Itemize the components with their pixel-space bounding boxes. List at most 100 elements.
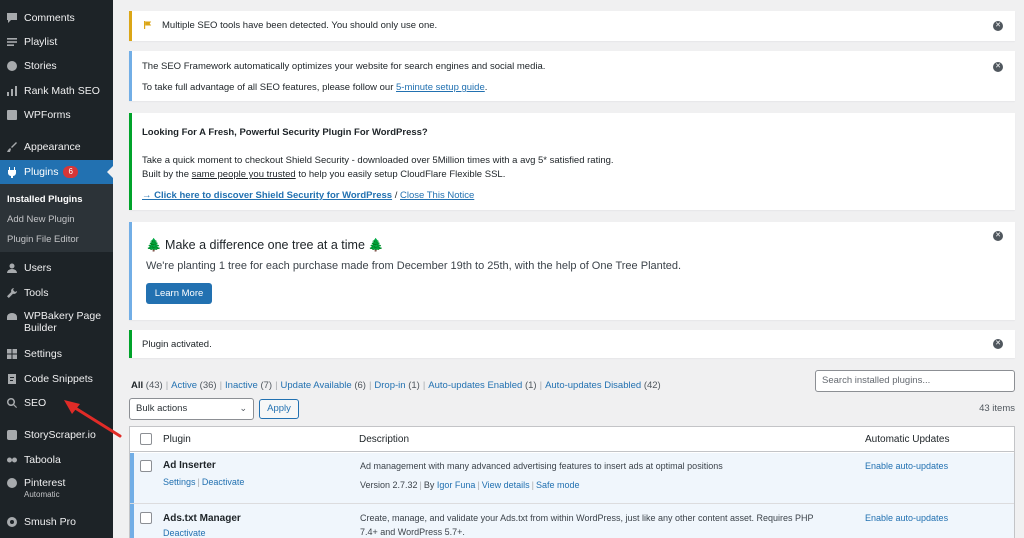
sidebar-item-label: Settings [24, 348, 62, 360]
comments-icon [6, 12, 18, 24]
author-link[interactable]: Igor Funa [437, 480, 476, 490]
storyscraper-icon [6, 429, 18, 441]
annotation-arrow [64, 400, 122, 438]
row-actions: Settings | Deactivate [163, 477, 245, 487]
filter-all[interactable]: All (43) [131, 380, 163, 391]
sidebar-item-tools[interactable]: Tools [0, 281, 113, 305]
table-row: Ad Inserter Settings | Deactivate Ad manag… [130, 453, 1014, 503]
sidebar-item-label: Code Snippets [24, 373, 93, 385]
sidebar-item-stories[interactable]: Stories [0, 54, 113, 78]
plugin-icon [6, 166, 18, 178]
sidebar-item-label: Smush Pro [24, 516, 76, 528]
plugin-name: Ad Inserter [163, 460, 216, 471]
sidebar-item-wpforms[interactable]: WPForms [0, 103, 113, 127]
dismiss-icon[interactable]: ✕ [993, 231, 1003, 241]
bulk-actions-select[interactable]: Bulk actions ⌄ [129, 398, 254, 420]
notice-shield-security: Looking For A Fresh, Powerful Security P… [129, 113, 1015, 210]
column-plugin[interactable]: Plugin [163, 434, 191, 445]
deactivate-link[interactable]: Deactivate [202, 477, 245, 487]
safe-mode-link[interactable]: Safe mode [536, 480, 580, 490]
discover-shield-link[interactable]: → Click here to discover Shield Security… [142, 190, 392, 201]
notice-title: Looking For A Fresh, Powerful Security P… [142, 127, 428, 138]
sidebar-item-label: Appearance [24, 141, 81, 153]
column-automatic-updates: Automatic Updates [865, 434, 950, 445]
plugin-description: Create, manage, and validate your Ads.tx… [360, 513, 814, 537]
sidebar-item-label: Pinterest Automatic [24, 477, 66, 499]
notice-text: Plugin activated. [142, 339, 212, 350]
row-checkbox[interactable] [140, 460, 152, 472]
settings-link[interactable]: Settings [163, 477, 196, 487]
close-notice-link[interactable]: Close This Notice [400, 190, 474, 201]
plugins-submenu: Installed Plugins Add New Plugin Plugin … [0, 184, 113, 252]
plugins-update-badge: 6 [63, 166, 78, 178]
search-plugins-input[interactable]: Search installed plugins... [815, 370, 1015, 392]
users-icon [6, 262, 18, 274]
bulk-actions-value: Bulk actions [136, 403, 188, 414]
notice-plugin-activated: Plugin activated. ✕ [129, 330, 1015, 358]
plugins-table: Plugin Description Automatic Updates Ad … [129, 426, 1015, 538]
row-actions: Deactivate [163, 528, 206, 538]
enable-auto-updates-link[interactable]: Enable auto-updates [865, 461, 948, 471]
brush-icon [6, 141, 18, 153]
filter-auto-updates-disabled[interactable]: Auto-updates Disabled (42) [545, 380, 661, 391]
sidebar-item-label: WPBakery Page Builder [24, 310, 102, 334]
learn-more-button[interactable]: Learn More [146, 283, 212, 304]
sidebar-item-comments[interactable]: Comments [0, 6, 113, 30]
sidebar-item-settings[interactable]: Settings [0, 342, 113, 366]
view-details-link[interactable]: View details [482, 480, 530, 490]
sidebar-item-wpbakery[interactable]: WPBakery Page Builder [0, 307, 113, 335]
sidebar-item-playlist[interactable]: Playlist [0, 30, 113, 54]
submenu-add-new-plugin[interactable]: Add New Plugin [7, 214, 75, 225]
select-all-checkbox[interactable] [140, 433, 152, 445]
notice-text: We're planting 1 tree for each purchase … [146, 260, 682, 272]
sidebar-item-label: Stories [24, 60, 57, 72]
flag-icon [144, 21, 152, 29]
sidebar-item-appearance[interactable]: Appearance [0, 135, 113, 159]
sidebar-item-users[interactable]: Users [0, 256, 113, 280]
sidebar-item-rank-math-seo[interactable]: Rank Math SEO [0, 79, 113, 103]
notice-text-line2: Built by the same people you trusted to … [142, 169, 506, 180]
sidebar-item-label: SEO [24, 397, 47, 409]
notice-text: Take a quick moment to checkout Shield S… [142, 155, 614, 166]
plugin-status-filters: All (43) | Active (36) | Inactive (7) | Update… [131, 380, 661, 391]
submenu-plugin-file-editor[interactable]: Plugin File Editor [7, 234, 79, 245]
code-snippets-icon [6, 373, 18, 385]
playlist-icon [6, 36, 18, 48]
dismiss-icon[interactable]: ✕ [993, 21, 1003, 31]
sidebar-item-label: Users [24, 262, 52, 274]
plugin-description: Ad management with many advanced adverti… [360, 461, 723, 471]
column-description: Description [359, 434, 410, 445]
sidebar-item-taboola[interactable]: Taboola [0, 448, 113, 472]
sidebar-item-code-snippets[interactable]: Code Snippets [0, 367, 113, 391]
sidebar-item-smush-pro[interactable]: Smush Pro [0, 510, 113, 534]
table-header: Plugin Description Automatic Updates [130, 427, 1014, 452]
dismiss-icon[interactable]: ✕ [993, 62, 1003, 72]
filter-update-available[interactable]: Update Available (6) [281, 380, 366, 391]
filter-drop-in[interactable]: Drop-in (1) [374, 380, 419, 391]
notice-text-line2: To take full advantage of all SEO featur… [142, 82, 488, 93]
filter-auto-updates-enabled[interactable]: Auto-updates Enabled (1) [428, 380, 536, 391]
enable-auto-updates-link[interactable]: Enable auto-updates [865, 513, 948, 523]
sidebar-item-label: Plugins [24, 166, 59, 178]
wrench-icon [6, 287, 18, 299]
same-people-link[interactable]: same people you trusted [192, 169, 296, 180]
apply-button[interactable]: Apply [259, 399, 299, 419]
setup-guide-link[interactable]: 5-minute setup guide [396, 82, 485, 93]
submenu-installed-plugins[interactable]: Installed Plugins [7, 194, 83, 205]
notice-text: The SEO Framework automatically optimize… [142, 61, 546, 72]
dismiss-icon[interactable]: ✕ [993, 339, 1003, 349]
notice-text: Multiple SEO tools have been detected. Y… [162, 20, 438, 31]
items-count: 43 items [979, 403, 1015, 414]
sidebar-item-pinterest[interactable]: Pinterest Automatic [0, 474, 113, 502]
filter-inactive[interactable]: Inactive (7) [225, 380, 272, 391]
plugin-name: Ads.txt Manager [163, 513, 241, 524]
notice-trees: 🌲 Make a difference one tree at a time 🌲… [129, 222, 1015, 320]
rank-math-icon [6, 85, 18, 97]
filter-active[interactable]: Active (36) [171, 380, 216, 391]
notice-seo-framework: The SEO Framework automatically optimize… [129, 51, 1015, 101]
sidebar-item-plugins[interactable]: Plugins 6 [0, 160, 113, 184]
row-checkbox[interactable] [140, 512, 152, 524]
notice-seo-conflict: Multiple SEO tools have been detected. Y… [129, 11, 1015, 41]
sidebar-item-label: Rank Math SEO [24, 85, 100, 97]
deactivate-link[interactable]: Deactivate [163, 528, 206, 538]
